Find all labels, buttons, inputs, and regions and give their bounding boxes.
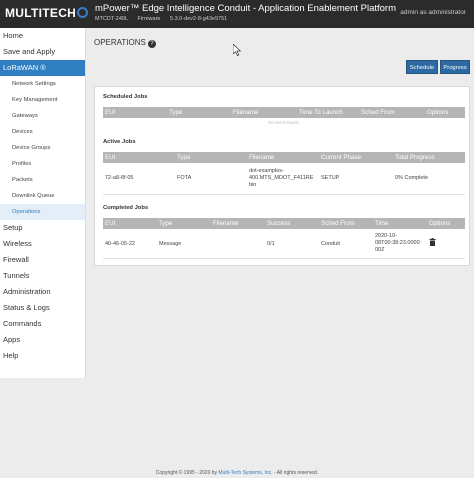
sidebar-item-save-and-apply[interactable]: Save and Apply [0, 44, 85, 60]
model-label: MTCDT-240L [95, 16, 129, 22]
progress-button[interactable]: Progress [440, 60, 470, 74]
main-content: OPERATIONS? Schedule Progress Scheduled … [88, 28, 474, 478]
sidebar-sub-operations[interactable]: Operations [0, 204, 85, 220]
col-sched-from[interactable]: Sched From [361, 109, 395, 116]
sidebar-item-tunnels[interactable]: Tunnels [0, 268, 85, 284]
help-icon[interactable]: ? [147, 40, 156, 48]
active-jobs-title: Active Jobs [103, 139, 136, 145]
sidebar: Home Save and Apply LoRaWAN ® Network Se… [0, 28, 86, 378]
trash-icon [429, 238, 436, 246]
multitech-logo[interactable]: MULTITECH [5, 6, 89, 20]
completed-jobs-title: Completed Jobs [103, 205, 149, 211]
cell-phase: SETUP [321, 175, 340, 181]
sidebar-sub-downlink-queue[interactable]: Downlink Queue [0, 188, 85, 204]
sidebar-item-help[interactable]: Help [0, 348, 85, 364]
col-type[interactable]: Type [169, 109, 182, 116]
operations-panel: Scheduled Jobs EUI Type Filename Time To… [94, 86, 470, 266]
col-total-progress[interactable]: Total Progress [395, 154, 435, 161]
col-current-phase[interactable]: Current Phase [321, 154, 361, 161]
sidebar-item-wireless[interactable]: Wireless [0, 236, 85, 252]
firmware-label: Firmware [137, 16, 161, 22]
delete-job-button[interactable] [429, 238, 436, 249]
mouse-cursor-icon [233, 44, 242, 56]
cell-eui: 40-46-05-22 [105, 241, 135, 247]
user-info[interactable]: admin as administrator [400, 9, 466, 16]
cell-time-line1: 2020-10- [375, 233, 398, 239]
cell-progress: 0% Complete [395, 175, 429, 181]
top-header: MULTITECH mPower™ Edge Intelligence Cond… [0, 0, 474, 28]
sidebar-item-administration[interactable]: Administration [0, 284, 85, 300]
sidebar-sub-gateways[interactable]: Gateways [0, 108, 85, 124]
sidebar-item-commands[interactable]: Commands [0, 316, 85, 332]
logo-ring-icon [77, 7, 89, 18]
col-options[interactable]: Options [427, 109, 448, 116]
sidebar-sub-profiles[interactable]: Profiles [0, 156, 85, 172]
cell-filename-line3: bin [249, 182, 257, 188]
sidebar-item-apps[interactable]: Apps [0, 332, 85, 348]
sidebar-sub-key-management[interactable]: Key Management [0, 92, 85, 108]
scheduled-jobs-title: Scheduled Jobs [103, 94, 148, 100]
cell-time-line2: 08T00:38:23.0000 [375, 240, 420, 246]
footer-company-link[interactable]: Multi-Tech Systems, Inc. [218, 470, 272, 476]
cell-success: 0/1 [267, 241, 275, 247]
active-table-header: EUI Type Filename Current Phase Total Pr… [103, 152, 465, 163]
sidebar-sub-network-settings[interactable]: Network Settings [0, 76, 85, 92]
col-type[interactable]: Type [159, 220, 172, 227]
sidebar-item-setup[interactable]: Setup [0, 220, 85, 236]
sidebar-sub-device-groups[interactable]: Device Groups [0, 140, 85, 156]
col-options[interactable]: Options [429, 220, 450, 227]
sidebar-item-status-logs[interactable]: Status & Logs [0, 300, 85, 316]
col-eui[interactable]: EUI [105, 220, 115, 227]
footer: Copyright © 1995 - 2020 by Multi-Tech Sy… [0, 470, 474, 476]
sidebar-item-lorawan[interactable]: LoRaWAN ® [0, 60, 85, 76]
sidebar-sub-devices[interactable]: Devices [0, 124, 85, 140]
schedule-button[interactable]: Schedule [406, 60, 438, 74]
col-time[interactable]: Time [375, 220, 389, 227]
cell-type: Message [159, 241, 182, 247]
col-eui[interactable]: EUI [105, 109, 115, 116]
col-time-to-launch[interactable]: Time To Launch [299, 109, 343, 116]
cell-filename-line2: 400.MTS_MDOT_F411RE [249, 175, 314, 181]
cell-filename-line1: dot-examples- [249, 168, 284, 174]
col-success[interactable]: Success [267, 220, 290, 227]
col-type[interactable]: Type [177, 154, 190, 161]
sidebar-sub-packets[interactable]: Packets [0, 172, 85, 188]
footer-copyright: Copyright © 1995 - 2020 by [155, 470, 218, 476]
cell-sched-from: Conduit [321, 241, 340, 247]
app-title: mPower™ Edge Intelligence Conduit - Appl… [95, 3, 396, 14]
col-filename[interactable]: Filename [213, 220, 238, 227]
page-title: OPERATIONS? [94, 38, 156, 48]
col-filename[interactable]: Filename [233, 109, 258, 116]
scheduled-empty-text: No items found. [268, 120, 300, 125]
completed-table-header: EUI Type Filename Success Sched From Tim… [103, 218, 465, 229]
firmware-version: 5.3.0-dev2-8-g43e9751 [170, 16, 228, 22]
col-sched-from[interactable]: Sched From [321, 220, 355, 227]
cell-eui: 72-a8-8f-05 [105, 175, 134, 181]
sidebar-item-firewall[interactable]: Firewall [0, 252, 85, 268]
sidebar-item-home[interactable]: Home [0, 28, 85, 44]
cell-type: FOTA [177, 175, 192, 181]
table-row[interactable]: 72-a8-8f-05 FOTA dot-examples- 400.MTS_M… [103, 165, 465, 195]
col-filename[interactable]: Filename [249, 154, 274, 161]
device-info: MTCDT-240L Firmware 5.3.0-dev2-8-g43e975… [95, 16, 235, 22]
col-eui[interactable]: EUI [105, 154, 115, 161]
table-row[interactable]: 40-46-05-22 Message 0/1 Conduit 2020-10-… [103, 231, 465, 259]
cell-time-line3: 00Z [375, 247, 385, 253]
scheduled-table-header: EUI Type Filename Time To Launch Sched F… [103, 107, 465, 118]
footer-rights: - All rights reserved. [274, 470, 319, 476]
